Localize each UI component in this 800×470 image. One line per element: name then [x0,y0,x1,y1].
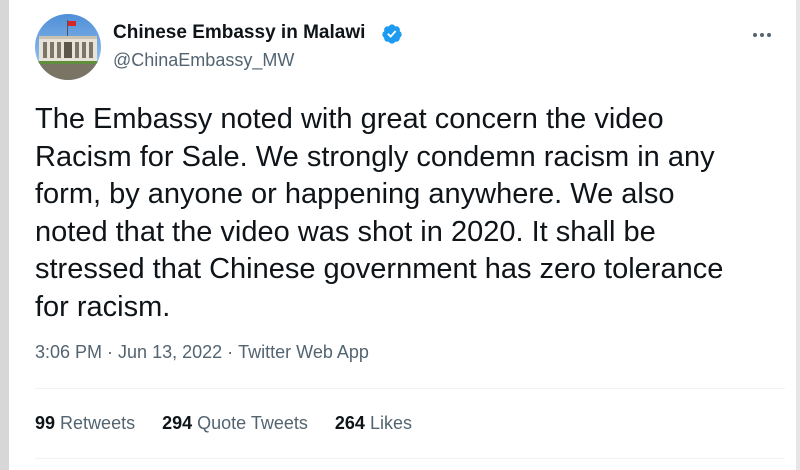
embassy-building-avatar-icon [35,14,101,80]
tweet-text-line: form, by anyone or happening anywhere. W… [35,178,675,211]
retweets-count: 99 [35,413,56,433]
tweet-time[interactable]: 3:06 PM [35,342,102,362]
tweet-text-line: The Embassy noted with great concern the… [35,103,664,135]
avatar[interactable] [35,14,101,80]
divider [35,458,785,459]
divider [35,388,785,389]
quote-tweets-stat[interactable]: 294 Quote Tweets [162,413,308,434]
account-handle[interactable]: @ChinaEmbassy_MW [113,50,294,71]
tweet-text: The Embassy noted with great concern the… [35,101,785,327]
quote-tweets-count: 294 [162,413,193,433]
tweet-source[interactable]: Twitter Web App [238,342,369,362]
tweet-text-line: stressed that Chinese government has zer… [35,253,724,286]
meta-separator: · [107,342,114,362]
quote-tweets-label: Quote Tweets [197,413,308,433]
retweets-label: Retweets [60,413,136,433]
tweet-metadata: 3:06 PM · Jun 13, 2022 · Twitter Web App [35,342,369,363]
engagement-stats: 99 Retweets 294 Quote Tweets 264 Likes [35,413,439,434]
tweet-text-line: noted that the video was shot in 2020. I… [35,215,656,248]
meta-separator: · [227,342,234,362]
likes-label: Likes [369,413,412,433]
verified-badge-icon [382,24,402,44]
tweet-date[interactable]: Jun 13, 2022 [118,342,222,362]
likes-count: 264 [334,413,365,433]
window-frame-right [796,0,800,470]
window-frame-left [0,0,9,470]
tweet-text-line: Racism for Sale. We strongly condemn rac… [35,140,715,173]
tweet-text-line: for racism. [35,290,171,323]
likes-stat[interactable]: 264 Likes [335,413,412,434]
display-name[interactable]: Chinese Embassy in Malawi [113,22,365,44]
retweets-stat[interactable]: 99 Retweets [35,413,135,434]
more-options-icon[interactable] [749,22,775,48]
tweet-card: Chinese Embassy in Malawi @ChinaEmbassy_… [9,0,796,470]
